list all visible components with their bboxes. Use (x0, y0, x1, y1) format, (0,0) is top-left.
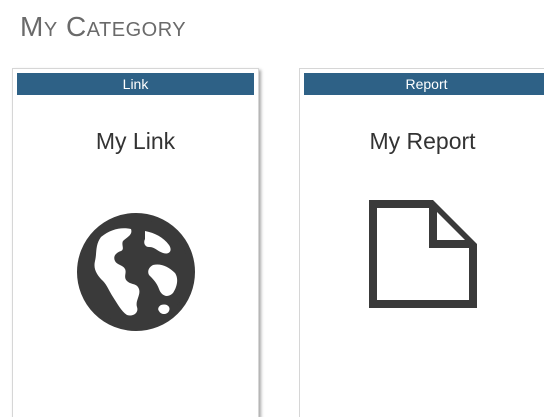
globe-icon (76, 213, 195, 336)
report-card[interactable]: Report My Report (299, 68, 544, 417)
category-title: My Category (20, 11, 187, 42)
category-page: My Category Link My Link Report My Repor… (0, 0, 544, 417)
card-header: Link (17, 73, 254, 95)
card-title: My Report (369, 128, 476, 154)
link-card[interactable]: Link My Link (12, 68, 259, 417)
card-title: My Link (95, 128, 176, 154)
card-header: Report (304, 73, 544, 95)
document-icon (365, 196, 481, 317)
